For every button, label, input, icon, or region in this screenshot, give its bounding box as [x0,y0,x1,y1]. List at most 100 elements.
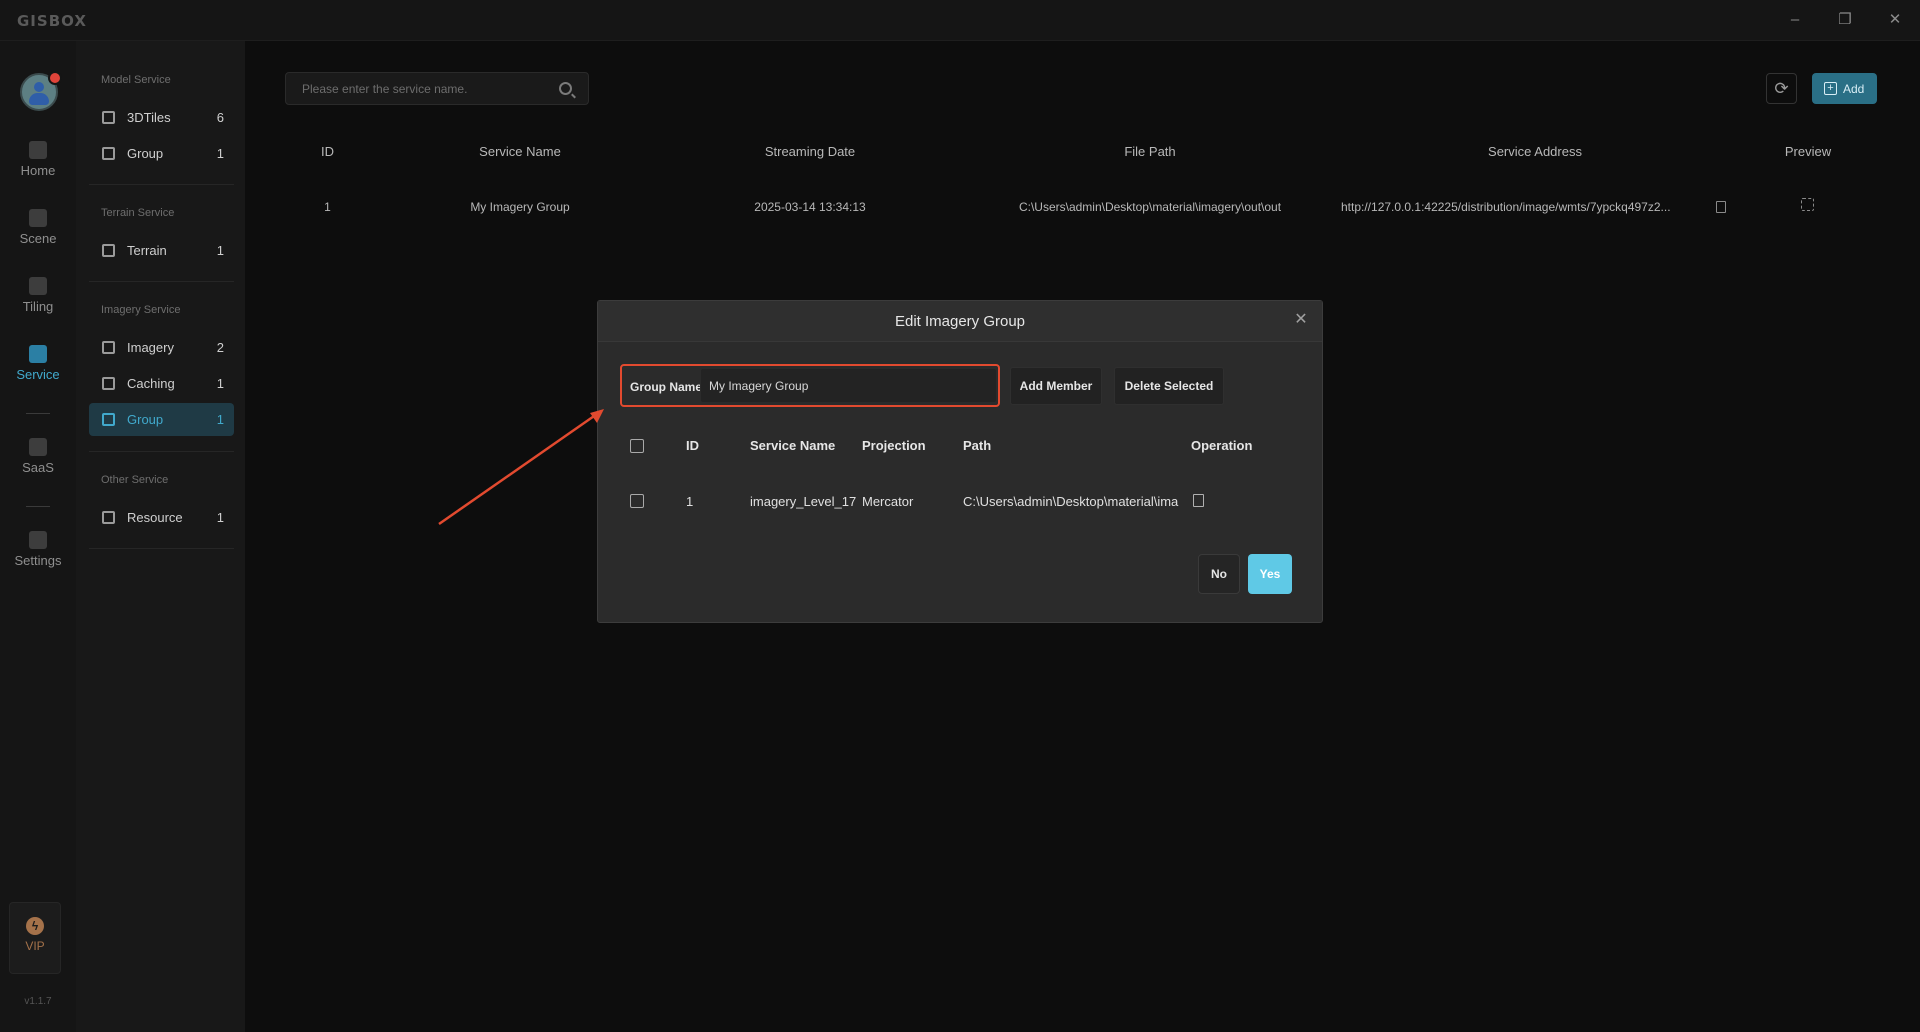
rail-label: SaaS [22,460,54,475]
avatar-head [34,82,44,92]
cell-service-name: My Imagery Group [470,200,570,214]
cell-id: 1 [324,200,331,214]
minimize-icon[interactable]: – [1780,8,1810,32]
no-button[interactable]: No [1198,554,1240,594]
dialog-header: Edit Imagery Group ✕ [598,301,1322,342]
title-bar: GISBOX – ❐ ✕ [0,0,1920,41]
col-header-projection: Projection [862,438,926,453]
close-icon[interactable]: ✕ [1880,8,1910,32]
notification-badge [48,71,62,85]
col-header-streaming-date: Streaming Date [764,144,856,159]
cell-service-name: imagery_Level_17 [750,494,856,509]
rail-item-scene[interactable]: Scene [0,209,76,246]
sidebar-item-model-group[interactable]: Group 1 [89,137,234,170]
arrow-line [438,412,598,526]
sidebar-item-terrain[interactable]: Terrain 1 [89,234,234,267]
rail-item-tiling[interactable]: Tiling [0,277,76,314]
rail-item-service[interactable]: Service [0,345,76,382]
group-icon [102,413,115,426]
refresh-button[interactable]: ⟳ [1766,73,1797,104]
sidebar-divider [89,281,234,282]
group-name-label: Group Name [630,380,700,394]
section-title-terrain: Terrain Service [101,207,175,219]
section-title-imagery: Imagery Service [101,304,181,316]
sidebar-item-count: 1 [216,376,224,391]
sidebar-item-imagery[interactable]: Imagery 2 [89,331,234,364]
restore-icon[interactable]: ❐ [1830,8,1860,32]
rail-label: Scene [19,231,57,246]
sidebar-item-label: Caching [127,376,175,391]
sidebar-item-count: 1 [216,510,224,525]
col-header-service-address: Service Address [1488,144,1582,159]
search-box [285,72,589,105]
delete-icon[interactable] [1193,494,1204,507]
rail-label: Tiling [22,299,54,314]
caching-icon [102,377,115,390]
col-header-path: Path [963,438,992,453]
vip-label: VIP [25,939,45,953]
sidebar-item-3dtiles[interactable]: 3DTiles 6 [89,101,234,134]
sidebar-item-label: Group [127,146,164,161]
col-header-id: ID [321,144,334,159]
search-input[interactable] [286,73,546,104]
sidebar-divider [89,451,234,452]
vip-button[interactable]: ϟ VIP [9,902,61,974]
sidebar-item-label: 3DTiles [127,110,171,125]
rail-item-home[interactable]: Home [0,141,76,178]
sidebar-item-count: 1 [216,243,224,258]
group-icon [102,147,115,160]
service-icon [29,345,47,363]
sidebar-item-resource[interactable]: Resource 1 [89,501,234,534]
cell-id: 1 [686,494,694,509]
col-header-operation: Operation [1191,438,1253,453]
app-logo: GISBOX [17,12,87,30]
cell-file-path: C:\Users\admin\Desktop\material\imagery\… [1018,200,1282,214]
sidebar-item-label: Imagery [127,340,174,355]
group-name-input[interactable] [701,369,996,402]
cell-projection: Mercator [862,494,914,509]
add-icon: + [1824,82,1837,95]
rail-label: Home [20,163,56,178]
scene-icon [29,209,47,227]
dialog-title: Edit Imagery Group [894,313,1026,330]
col-header-service-name: Service Name [479,144,561,159]
settings-icon [29,531,47,549]
add-label: Add [1843,82,1865,96]
imagery-icon [102,341,115,354]
search-icon[interactable] [559,82,572,95]
add-member-button[interactable]: Add Member [1010,367,1102,405]
sidebar-item-imagery-group[interactable]: Group 1 [89,403,234,436]
select-all-checkbox[interactable] [630,439,644,453]
tiling-icon [29,277,47,295]
terrain-icon [102,244,115,257]
resource-icon [102,511,115,524]
delete-selected-button[interactable]: Delete Selected [1114,367,1224,405]
sidebar-item-count: 1 [216,412,224,427]
rail-item-settings[interactable]: Settings [0,531,76,568]
rail-label: Settings [14,553,62,568]
home-icon [29,141,47,159]
rail-label: Service [16,367,60,382]
rail-item-saas[interactable]: SaaS [0,438,76,475]
add-button[interactable]: + Add [1812,73,1877,104]
sidebar-divider [89,548,234,549]
nav-rail: Home Scene Tiling Service SaaS Settings … [0,41,76,1032]
close-icon[interactable]: ✕ [1292,311,1310,329]
avatar[interactable] [20,71,62,111]
col-header-preview: Preview [1784,144,1832,159]
yes-button[interactable]: Yes [1248,554,1292,594]
bolt-icon: ϟ [26,917,44,935]
sidebar-item-caching[interactable]: Caching 1 [89,367,234,400]
col-header-service-name: Service Name [750,438,836,453]
col-header-id: ID [686,438,699,453]
row-checkbox[interactable] [630,494,644,508]
sidebar-item-label: Group [127,412,164,427]
copy-icon[interactable] [1716,201,1726,213]
sidebar-item-count: 2 [216,340,224,355]
preview-icon[interactable] [1801,198,1814,211]
sidebar-item-label: Terrain [127,243,167,258]
edit-imagery-group-dialog: Edit Imagery Group ✕ Group Name Add Memb… [597,300,1323,623]
service-sidebar: Model Service 3DTiles 6 Group 1 Terrain … [76,41,245,1032]
version-label: v1.1.7 [24,996,52,1007]
col-header-file-path: File Path [1124,144,1176,159]
